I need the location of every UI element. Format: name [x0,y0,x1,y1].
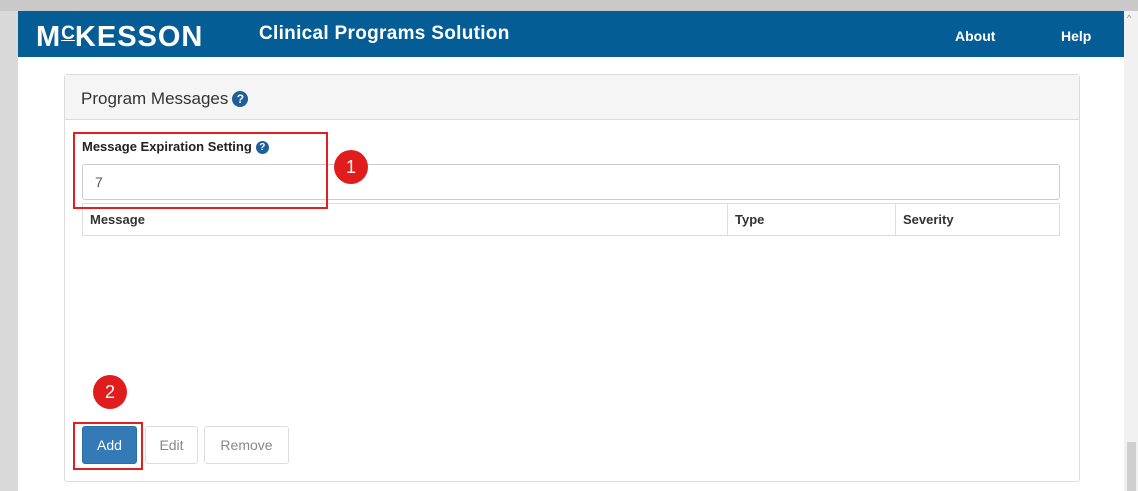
window-frame-top [0,0,1138,11]
nav-help-link[interactable]: Help [1061,28,1091,44]
vertical-scrollbar[interactable] [1124,11,1138,491]
panel-heading: Program Messages? [65,75,1079,120]
step-badge-2: 2 [93,375,127,409]
app-header: MCKESSON Clinical Programs Solution Abou… [18,11,1124,57]
column-header-severity[interactable]: Severity [896,204,1060,236]
nav-about-link[interactable]: About [955,28,995,44]
edit-button[interactable]: Edit [145,426,198,464]
app-title: Clinical Programs Solution [259,23,510,44]
mckesson-logo[interactable]: MCKESSON [36,18,203,53]
highlight-box-expiration [73,132,328,209]
scroll-up-arrow-icon[interactable]: ^ [1127,14,1131,23]
step-badge-1: 1 [334,150,368,184]
remove-button[interactable]: Remove [204,426,289,464]
scrollbar-thumb[interactable] [1127,442,1136,491]
panel-title: Program Messages? [81,89,249,109]
highlight-box-add [73,422,143,470]
question-circle-icon[interactable]: ? [232,91,249,107]
column-header-type[interactable]: Type [727,203,896,236]
